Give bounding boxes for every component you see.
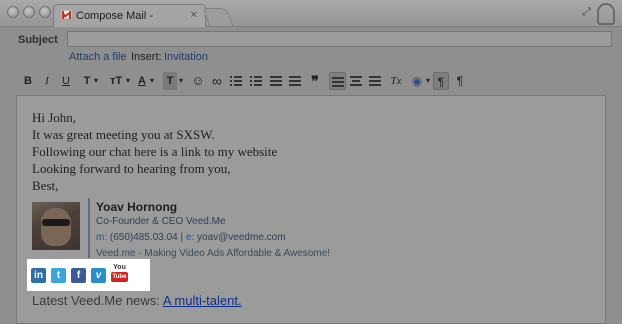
message-line: Hi John, bbox=[32, 110, 77, 125]
news-link[interactable]: A multi-talent. bbox=[163, 293, 242, 308]
emoji-icon[interactable]: ☺ bbox=[191, 72, 205, 90]
link-icon[interactable]: ∞ bbox=[209, 72, 225, 90]
signature-title: Co-Founder & CEO Veed.Me bbox=[96, 216, 226, 227]
latest-news: Latest Veed.Me news: A multi-talent. bbox=[32, 293, 242, 308]
align-right-icon[interactable] bbox=[368, 72, 382, 90]
compose-panel: Subject Attach a file Insert: Invitation… bbox=[0, 27, 622, 324]
message-line: Following our chat here is a link to my … bbox=[32, 144, 278, 159]
bg-color-dropdown-icon[interactable]: ▾ bbox=[177, 72, 185, 90]
bulleted-list-icon[interactable] bbox=[249, 72, 263, 90]
align-left-icon[interactable] bbox=[329, 72, 346, 90]
fullscreen-icon[interactable]: ⤢ bbox=[582, 6, 591, 19]
tab-close-icon[interactable]: × bbox=[191, 9, 197, 21]
text-color-dropdown-icon[interactable]: ▾ bbox=[148, 72, 156, 90]
indent-more-icon[interactable] bbox=[288, 72, 302, 90]
formatting-toolbar: B I U T ▾ тT ▾ A ▾ T ▾ ☺ ∞ ❞ Tx ◉ ▾ ¶ ¶ bbox=[16, 70, 606, 92]
vimeo-icon[interactable]: v bbox=[91, 268, 106, 283]
browser-tab-compose[interactable]: Compose Mail - × bbox=[53, 4, 206, 28]
underline-button[interactable]: U bbox=[60, 72, 72, 90]
signature-contact: m: (650)485.03.04 | e: yoav@veedme.com bbox=[96, 232, 286, 243]
twitter-icon[interactable]: t bbox=[51, 268, 66, 283]
spellcheck-icon[interactable]: ◉ bbox=[410, 72, 424, 90]
message-line: Looking forward to hearing from you, bbox=[32, 161, 231, 176]
window-close-button[interactable] bbox=[7, 6, 19, 18]
left-to-right-icon[interactable]: ¶ bbox=[433, 72, 449, 90]
font-size-button[interactable]: тT bbox=[108, 72, 124, 90]
youtube-icon[interactable]: You Tube bbox=[111, 264, 128, 283]
font-button[interactable]: T bbox=[82, 72, 92, 90]
remove-formatting-icon[interactable]: Tx bbox=[388, 72, 404, 90]
message-body-editor[interactable]: Hi John, It was great meeting you at SXS… bbox=[16, 95, 606, 324]
social-icons-bar: in t f v You Tube bbox=[27, 259, 150, 291]
gmail-icon bbox=[61, 10, 72, 19]
browser-titlebar: Compose Mail - × ⤢ bbox=[0, 0, 622, 28]
signature-photo bbox=[32, 202, 80, 250]
window-zoom-button[interactable] bbox=[39, 6, 51, 18]
contact-separator: | bbox=[180, 232, 184, 243]
italic-button[interactable]: I bbox=[41, 72, 53, 90]
attach-file-link[interactable]: Attach a file bbox=[69, 51, 126, 63]
font-dropdown-icon[interactable]: ▾ bbox=[92, 72, 100, 90]
subject-input[interactable] bbox=[67, 31, 612, 47]
news-label: Latest Veed.Me news: bbox=[32, 293, 160, 308]
insert-invitation-link[interactable]: Invitation bbox=[164, 51, 208, 63]
align-center-icon[interactable] bbox=[349, 72, 363, 90]
text-color-button[interactable]: A bbox=[136, 72, 148, 90]
signature-name: Yoav Hornong bbox=[96, 200, 178, 214]
insert-label: Insert: bbox=[131, 51, 162, 63]
subject-label: Subject bbox=[18, 34, 58, 46]
email-label: e: bbox=[185, 232, 195, 243]
font-size-dropdown-icon[interactable]: ▾ bbox=[124, 72, 132, 90]
indent-less-icon[interactable] bbox=[269, 72, 283, 90]
signature-phone: (650)485.03.04 bbox=[109, 232, 178, 243]
signature-email[interactable]: yoav@veedme.com bbox=[197, 232, 286, 243]
right-to-left-icon[interactable]: ¶ bbox=[453, 72, 467, 90]
tab-title: Compose Mail - bbox=[76, 10, 154, 22]
numbered-list-icon[interactable] bbox=[229, 72, 243, 90]
background-color-button[interactable]: T bbox=[163, 72, 177, 90]
signature-divider bbox=[88, 198, 90, 258]
profile-icon[interactable] bbox=[597, 3, 615, 25]
window-minimize-button[interactable] bbox=[23, 6, 35, 18]
phone-label: m: bbox=[96, 232, 108, 243]
linkedin-icon[interactable]: in bbox=[31, 268, 46, 283]
new-tab-button[interactable] bbox=[202, 8, 234, 26]
bold-button[interactable]: B bbox=[22, 72, 34, 90]
message-text: Hi John, It was great meeting you at SXS… bbox=[32, 109, 277, 194]
signature-tagline: Veed.me - Making Video Ads Affordable & … bbox=[96, 248, 331, 259]
message-line: Best, bbox=[32, 178, 59, 193]
facebook-icon[interactable]: f bbox=[71, 268, 86, 283]
message-line: It was great meeting you at SXSW. bbox=[32, 127, 215, 142]
quote-icon[interactable]: ❞ bbox=[308, 72, 322, 90]
spellcheck-dropdown-icon[interactable]: ▾ bbox=[424, 72, 432, 90]
